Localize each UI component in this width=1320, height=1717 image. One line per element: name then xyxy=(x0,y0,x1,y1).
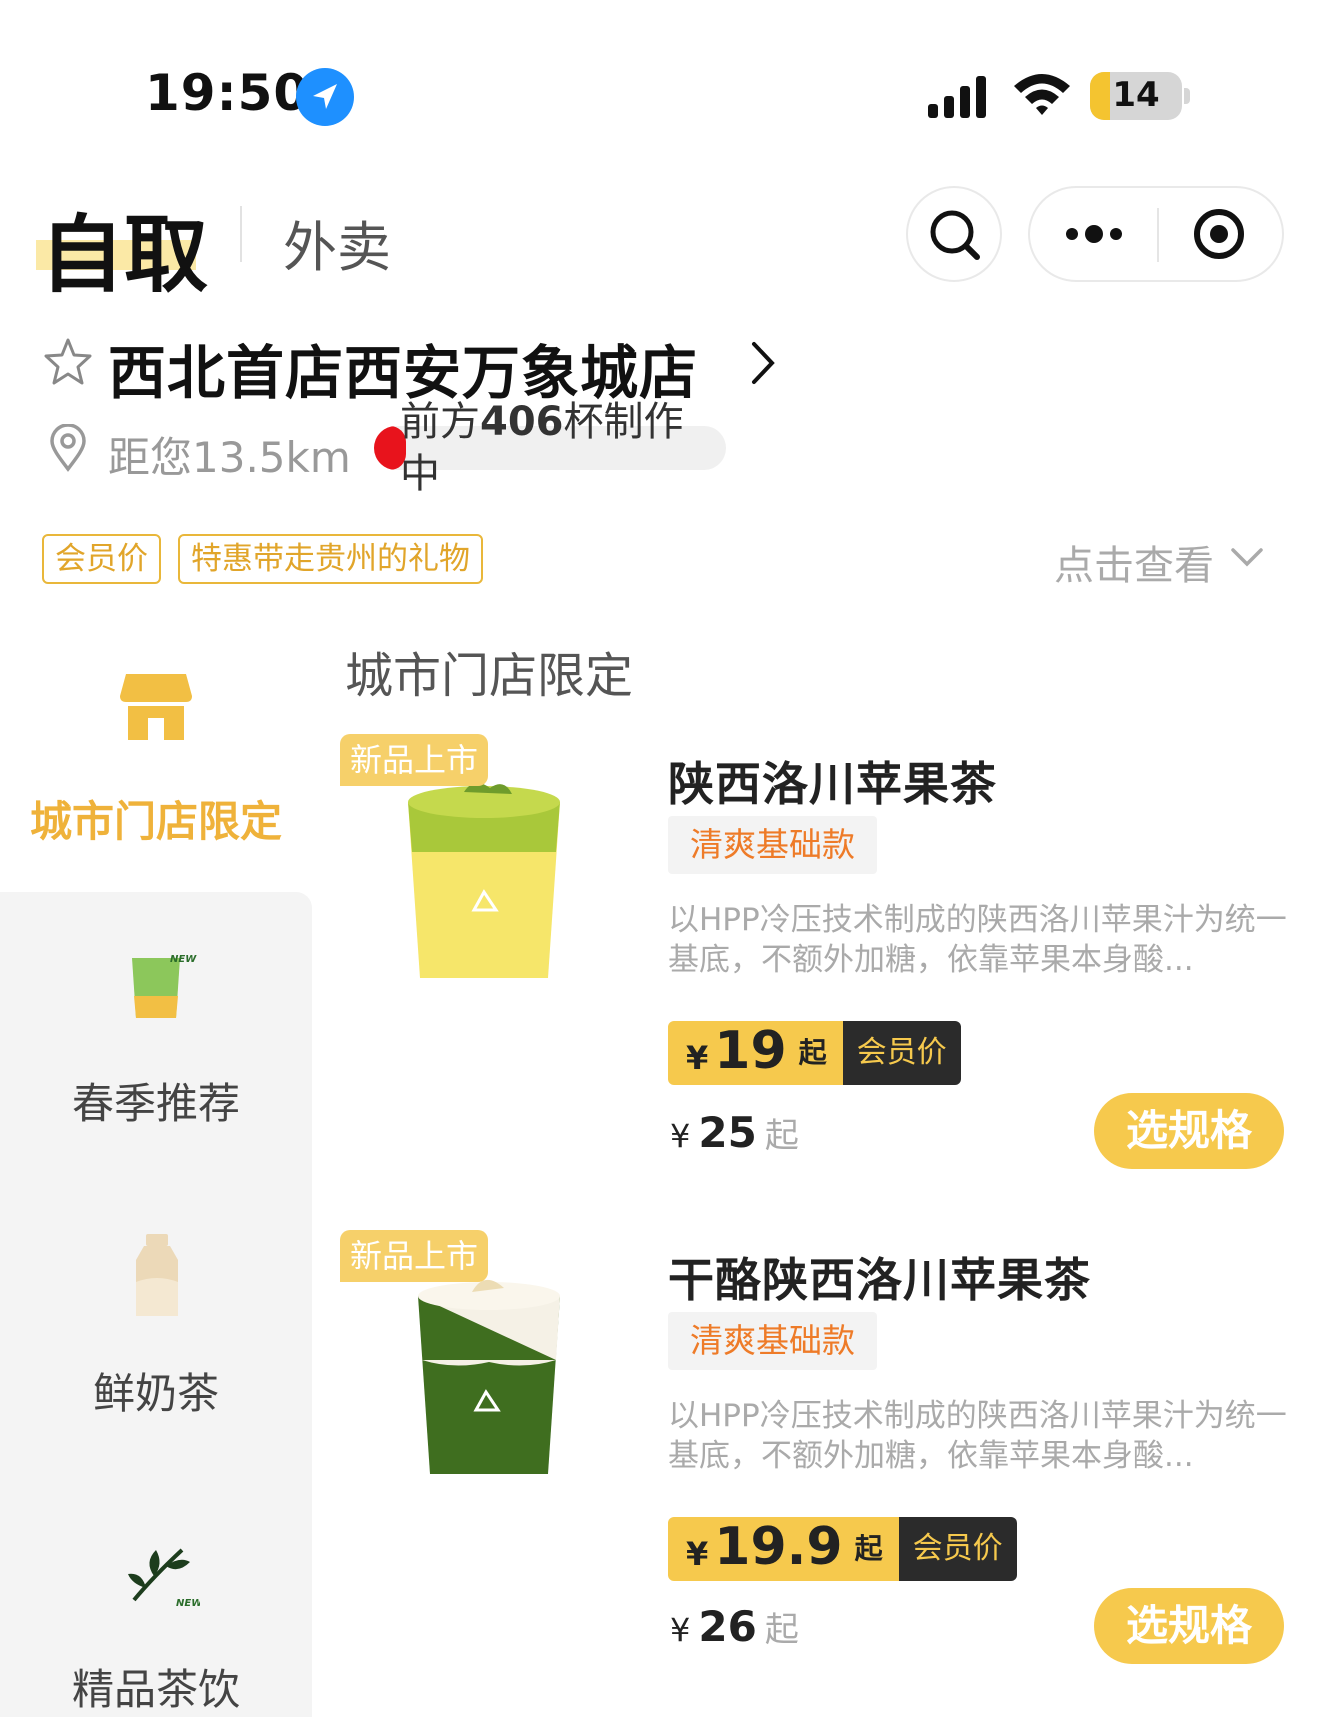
sidebar-item-premium-tea-icon: NEW xyxy=(124,1536,203,1610)
tab-delivery[interactable]: 外卖 xyxy=(283,203,391,282)
sidebar-item-city-limited-icon xyxy=(118,670,194,742)
choose-spec-button[interactable]: 选规格 xyxy=(1094,1093,1284,1169)
member-price-label: 会员价 xyxy=(842,1021,961,1085)
location-arrow-icon xyxy=(296,68,354,126)
chevron-down-icon[interactable] xyxy=(1230,546,1264,570)
search-icon xyxy=(930,210,980,260)
product-tag: 清爽基础款 xyxy=(668,816,877,874)
product-description: 以HPP冷压技术制成的陕西洛川苹果汁为统一基底，不额外加糖，依靠苹果本身酸... xyxy=(668,1398,1287,1474)
close-mini-program-button[interactable] xyxy=(1159,188,1282,280)
target-close-icon xyxy=(1194,209,1244,259)
member-price: ¥ 19.9 起 xyxy=(668,1517,899,1581)
section-title: 城市门店限定 xyxy=(345,648,634,704)
sidebar-item-fresh-milk-tea[interactable]: 鲜奶茶 xyxy=(0,1360,312,1421)
original-price-value: 26 xyxy=(698,1602,757,1651)
cellular-signal-icon xyxy=(926,74,988,118)
location-pin-icon xyxy=(48,423,88,472)
battery-tip xyxy=(1184,88,1190,104)
sidebar-item-city-limited[interactable]: 城市门店限定 xyxy=(0,788,312,849)
favorite-star-icon[interactable] xyxy=(42,336,94,388)
currency-symbol: ¥ xyxy=(686,1535,709,1573)
price-from: 起 xyxy=(764,1116,799,1156)
status-time: 19:50 xyxy=(145,64,310,122)
new-product-badge: 新品上市 xyxy=(340,1230,488,1282)
sidebar-item-fresh-milk-tea-icon xyxy=(132,1232,182,1318)
product-tag: 清爽基础款 xyxy=(668,1312,877,1370)
queue-status: 前方406杯制作中 xyxy=(400,396,710,500)
tab-pickup[interactable]: 自取 xyxy=(40,188,208,309)
original-price-value: 25 xyxy=(698,1108,757,1157)
price-from: 起 xyxy=(854,1532,883,1565)
queue-prefix: 前方 xyxy=(400,399,480,445)
mini-program-capsule xyxy=(1028,186,1284,282)
product-image[interactable] xyxy=(414,1270,564,1480)
currency-symbol: ¥ xyxy=(686,1039,709,1077)
promo-tag-member[interactable]: 会员价 xyxy=(42,534,161,584)
member-price: ¥ 19 起 xyxy=(668,1021,843,1085)
member-price-box: ¥ 19.9 起 会员价 xyxy=(668,1517,1017,1581)
sidebar-item-spring[interactable]: 春季推荐 xyxy=(0,1070,312,1131)
chevron-right-icon[interactable] xyxy=(748,340,778,386)
tab-divider xyxy=(240,206,242,262)
original-price: ¥26 起 xyxy=(670,1602,799,1651)
sidebar-item-premium-tea[interactable]: 精品茶饮 xyxy=(0,1656,312,1717)
svg-text:NEW: NEW xyxy=(170,954,197,965)
member-price-value: 19.9 xyxy=(714,1517,843,1577)
product-name[interactable]: 陕西洛川苹果茶 xyxy=(668,748,997,814)
product-description: 以HPP冷压技术制成的陕西洛川苹果汁为统一基底，不额外加糖，依靠苹果本身酸... xyxy=(668,902,1287,978)
svg-text:NEW: NEW xyxy=(176,1598,200,1609)
battery-indicator: 14 xyxy=(1090,72,1182,120)
battery-level-text: 14 xyxy=(1112,75,1160,115)
queue-count: 406 xyxy=(480,399,564,445)
search-button[interactable] xyxy=(906,186,1002,282)
view-more-link[interactable]: 点击查看 xyxy=(1054,533,1214,591)
store-distance: 距您13.5km xyxy=(108,433,351,482)
more-dots-icon xyxy=(1066,225,1122,243)
wifi-icon xyxy=(1010,70,1074,120)
member-price-label: 会员价 xyxy=(898,1517,1017,1581)
promo-tag-gift[interactable]: 特惠带走贵州的礼物 xyxy=(178,534,483,584)
original-price: ¥25 起 xyxy=(670,1108,799,1157)
price-from: 起 xyxy=(798,1036,827,1069)
choose-spec-button[interactable]: 选规格 xyxy=(1094,1588,1284,1664)
price-from: 起 xyxy=(764,1610,799,1650)
product-image[interactable] xyxy=(404,774,564,984)
more-button[interactable] xyxy=(1030,188,1157,280)
product-name[interactable]: 干酪陕西洛川苹果茶 xyxy=(668,1244,1091,1310)
member-price-value: 19 xyxy=(714,1021,787,1081)
currency-symbol: ¥ xyxy=(670,1117,691,1155)
sidebar-item-spring-icon: NEW xyxy=(128,952,198,1024)
member-price-box: ¥ 19 起 会员价 xyxy=(668,1021,961,1085)
new-product-badge: 新品上市 xyxy=(340,734,488,786)
currency-symbol: ¥ xyxy=(670,1611,691,1649)
